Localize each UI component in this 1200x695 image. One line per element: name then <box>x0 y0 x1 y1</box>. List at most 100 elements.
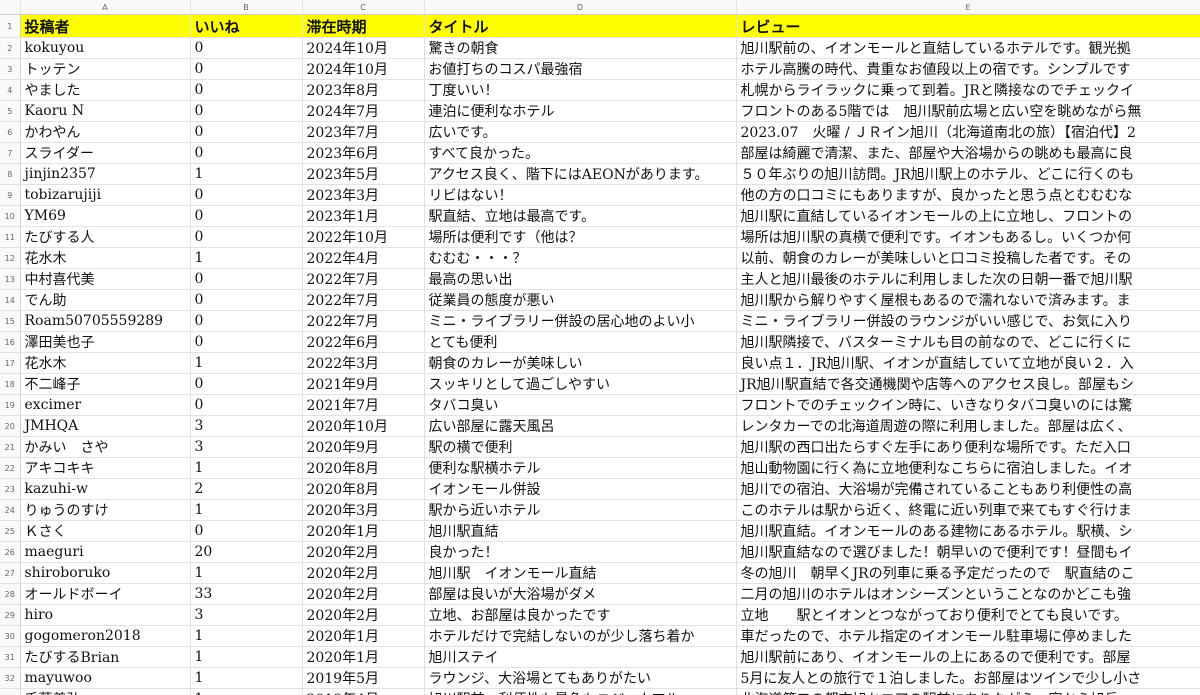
cell[interactable]: 2020年2月 <box>302 604 425 626</box>
cell[interactable]: 他の方の口コミにもありますが、良かったと思う点とむむむな <box>736 184 1200 206</box>
cell[interactable]: 2020年1月 <box>302 646 425 668</box>
cell[interactable]: ミニ・ライブラリー併設の居心地のよい小 <box>424 310 737 332</box>
cell[interactable]: 車だったので、ホテル指定のイオンモール駐車場に停めました <box>736 625 1200 647</box>
cell[interactable]: ミニ・ライブラリー併設のラウンジがいい感じで、お気に入り <box>736 310 1200 332</box>
cell[interactable]: たびする人 <box>20 226 191 248</box>
cell[interactable]: 0 <box>190 58 303 80</box>
cell[interactable]: タバコ臭い <box>424 394 737 416</box>
cell[interactable]: 0 <box>190 205 303 227</box>
row-number[interactable]: 29 <box>0 604 21 626</box>
row-number[interactable]: 3 <box>0 58 21 80</box>
cell[interactable]: リビはない！ <box>424 184 737 206</box>
column-header-a[interactable]: A <box>20 0 191 15</box>
cell[interactable]: 2022年10月 <box>302 226 425 248</box>
cell[interactable]: 2023年8月 <box>302 79 425 101</box>
row-number[interactable]: 33 <box>0 688 21 695</box>
row-number[interactable]: 24 <box>0 499 21 521</box>
cell[interactable]: 2020年9月 <box>302 436 425 458</box>
cell[interactable]: excimer <box>20 394 191 416</box>
cell[interactable]: 2022年4月 <box>302 247 425 269</box>
cell[interactable]: 冬の旭川 朝早くJRの列車に乗る予定だったので 駅直結のこ <box>736 562 1200 584</box>
cell[interactable]: 旭川駅前 利便性も景色もニジュウマル <box>424 688 737 695</box>
column-header-e[interactable]: E <box>736 0 1200 15</box>
row-number[interactable]: 30 <box>0 625 21 647</box>
row-number[interactable]: 16 <box>0 331 21 353</box>
cell[interactable]: 立地、お部屋は良かったです <box>424 604 737 626</box>
cell[interactable]: 3 <box>190 604 303 626</box>
cell[interactable]: フロントでのチェックイン時に、いきなりタバコ臭いのには驚 <box>736 394 1200 416</box>
cell[interactable]: 駅直結、立地は最高です。 <box>424 205 737 227</box>
cell[interactable]: 駅から近いホテル <box>424 499 737 521</box>
cell[interactable]: 中村喜代美 <box>20 268 191 290</box>
row-number[interactable]: 25 <box>0 520 21 542</box>
cell[interactable]: 0 <box>190 289 303 311</box>
cell[interactable]: maeguri <box>20 541 191 563</box>
row-number[interactable]: 7 <box>0 142 21 164</box>
cell[interactable]: 2020年1月 <box>302 625 425 647</box>
cell[interactable]: 0 <box>190 121 303 143</box>
cell[interactable]: 2020年2月 <box>302 562 425 584</box>
cell[interactable]: 2019年4月 <box>302 688 425 695</box>
cell[interactable]: 不二峰子 <box>20 373 191 395</box>
cell[interactable]: 2 <box>190 478 303 500</box>
cell[interactable]: 1 <box>190 163 303 185</box>
cell[interactable]: 旭川ステイ <box>424 646 737 668</box>
cell[interactable]: 1 <box>190 562 303 584</box>
cell[interactable]: 0 <box>190 394 303 416</box>
cell[interactable]: 0 <box>190 142 303 164</box>
cell[interactable]: mayuwoo <box>20 667 191 689</box>
cell[interactable]: 旭川駅前の、イオンモールと直結しているホテルです。観光拠 <box>736 37 1200 59</box>
cell[interactable]: 0 <box>190 331 303 353</box>
cell[interactable]: 千葉義弘 <box>20 688 191 695</box>
cell[interactable]: 旭川駅から解りやすく屋根もあるので濡れないで済みます。ま <box>736 289 1200 311</box>
cell[interactable]: レンタカーでの北海道周遊の際に利用しました。部屋は広く、 <box>736 415 1200 437</box>
cell[interactable]: 2023.07 火曜 / ＪＲイン旭川（北海道南北の旅）【宿泊代】2 <box>736 121 1200 143</box>
cell[interactable]: 2023年5月 <box>302 163 425 185</box>
cell[interactable]: 0 <box>190 100 303 122</box>
cell[interactable]: 2020年1月 <box>302 520 425 542</box>
cell[interactable]: 広い部屋に露天風呂 <box>424 415 737 437</box>
row-number[interactable]: 11 <box>0 226 21 248</box>
cell[interactable]: Kaoru N <box>20 100 191 122</box>
cell[interactable]: 以前、朝食のカレーが美味しいと口コミ投稿した者です。その <box>736 247 1200 269</box>
cell[interactable]: オールドボーイ <box>20 583 191 605</box>
cell[interactable]: 旭川駅直結なので選びました！朝早いので便利です！昼間もイ <box>736 541 1200 563</box>
header-cell[interactable]: レビュー <box>736 14 1200 38</box>
cell[interactable]: ５０年ぶりの旭川訪問。JR旭川駅上のホテル、どこに行くのも <box>736 163 1200 185</box>
cell[interactable]: 最高の思い出 <box>424 268 737 290</box>
cell[interactable]: 2021年9月 <box>302 373 425 395</box>
cell[interactable]: Roam50705559289 <box>20 310 191 332</box>
cell[interactable]: 0 <box>190 310 303 332</box>
header-cell[interactable]: いいね <box>190 14 303 38</box>
cell[interactable]: 旭川駅 イオンモール直結 <box>424 562 737 584</box>
row-number[interactable]: 8 <box>0 163 21 185</box>
cell[interactable]: 駅の横で便利 <box>424 436 737 458</box>
cell[interactable]: 2019年5月 <box>302 667 425 689</box>
cell[interactable]: 1 <box>190 352 303 374</box>
cell[interactable]: 旭川駅隣接で、バスターミナルも目の前なので、どこに行くに <box>736 331 1200 353</box>
row-number[interactable]: 32 <box>0 667 21 689</box>
cell[interactable]: 2020年8月 <box>302 478 425 500</box>
row-number[interactable]: 28 <box>0 583 21 605</box>
cell[interactable]: 2023年3月 <box>302 184 425 206</box>
cell[interactable]: kokuyou <box>20 37 191 59</box>
cell[interactable]: 0 <box>190 37 303 59</box>
cell[interactable]: 0 <box>190 226 303 248</box>
cell[interactable]: YM69 <box>20 205 191 227</box>
cell[interactable]: 丁度いい！ <box>424 79 737 101</box>
cell[interactable]: 便利な駅横ホテル <box>424 457 737 479</box>
cell[interactable]: 2024年7月 <box>302 100 425 122</box>
cell[interactable]: 0 <box>190 79 303 101</box>
cell[interactable]: JR旭川駅直結で各交通機関や店等へのアクセス良し。部屋もシ <box>736 373 1200 395</box>
cell[interactable]: 二月の旭川のホテルはオンシーズンということなのかどこも強 <box>736 583 1200 605</box>
cell[interactable]: Ｋさく <box>20 520 191 542</box>
cell[interactable]: 0 <box>190 373 303 395</box>
cell[interactable]: 朝食のカレーが美味しい <box>424 352 737 374</box>
cell[interactable]: hiro <box>20 604 191 626</box>
cell[interactable]: 澤田美也子 <box>20 331 191 353</box>
row-number[interactable]: 2 <box>0 37 21 59</box>
cell[interactable]: 2020年8月 <box>302 457 425 479</box>
cell[interactable]: とても便利 <box>424 331 737 353</box>
cell[interactable]: 旭山動物園に行く為に立地便利なこちらに宿泊しました。イオ <box>736 457 1200 479</box>
row-number[interactable]: 20 <box>0 415 21 437</box>
